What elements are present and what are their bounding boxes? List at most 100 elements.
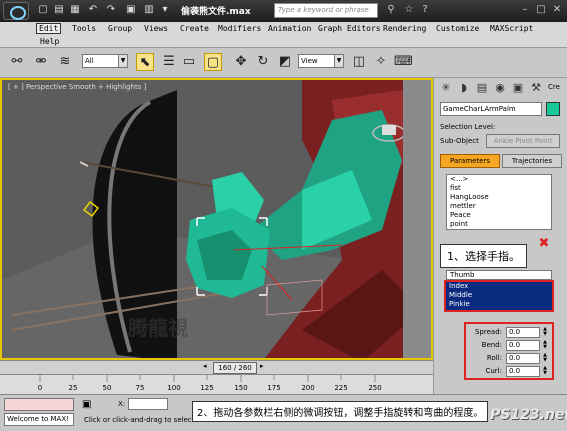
- close-icon[interactable]: ✕: [550, 3, 564, 17]
- menu-views[interactable]: Views: [144, 24, 168, 33]
- command-panel: ✳ ◗ ▤ ◉ ▣ ⚒ Cre GameCharLArmPalm Selecti…: [433, 78, 567, 398]
- ref-coord-dropdown[interactable]: View ▼: [298, 54, 344, 68]
- select-and-scale-icon[interactable]: ◩: [276, 53, 294, 71]
- finger-list-selected[interactable]: Index Middle Pinkie: [444, 280, 554, 312]
- delete-pose-icon[interactable]: ✖: [536, 236, 552, 252]
- pose-list[interactable]: <...> fist HangLoose mettler Peace point: [446, 174, 552, 230]
- curl-value[interactable]: 0.0: [506, 366, 540, 377]
- main-toolbar: ⚯ ⚮ ≋ All ▼ ⬉ ☰ ▭ ▢ ✥ ↻ ◩ View ▼ ◫ ✧ ⌨: [0, 48, 567, 78]
- utilities-tab-icon[interactable]: ⚒: [528, 80, 544, 96]
- spread-value[interactable]: 0.0: [506, 327, 540, 338]
- viewport-label[interactable]: [ + ] Perspective Smooth + Highlights ]: [8, 83, 146, 91]
- time-slider[interactable]: ◂ 160 / 260 ▸: [0, 360, 433, 374]
- curl-spinner[interactable]: Curl: 0.0 ▲ ▼: [444, 366, 550, 378]
- roll-value[interactable]: 0.0: [506, 353, 540, 364]
- selection-filter-dropdown[interactable]: All ▼: [82, 54, 128, 68]
- undo-icon[interactable]: ↶: [86, 3, 100, 17]
- next-frame-icon[interactable]: ▸: [260, 362, 264, 370]
- list-item[interactable]: Thumb: [447, 271, 551, 279]
- roll-spinner[interactable]: Roll: 0.0 ▲ ▼: [444, 353, 550, 365]
- title-bar: ▢ ▤ ▦ ↶ ↷ ▣ ▥ ▾ 偷袭熊文件.max Type a keyword…: [0, 0, 567, 22]
- open-file-icon[interactable]: ▤: [52, 3, 66, 17]
- listener-field[interactable]: Welcome to MAX!: [4, 413, 74, 426]
- quick-access-dropdown-icon[interactable]: ▾: [158, 3, 172, 17]
- list-item[interactable]: fist: [447, 184, 551, 193]
- modify-tab-icon[interactable]: ◗: [456, 80, 472, 96]
- spinner-arrows-icon[interactable]: ▲ ▼: [541, 340, 549, 351]
- tab-trajectories[interactable]: Trajectories: [502, 154, 562, 168]
- star-icon[interactable]: ☆: [402, 3, 416, 17]
- list-item[interactable]: Pinkie: [446, 300, 552, 309]
- pivot-center-icon[interactable]: ◫: [350, 53, 368, 71]
- display-tab-icon[interactable]: ▣: [510, 80, 526, 96]
- list-item[interactable]: Peace: [447, 211, 551, 220]
- perspective-viewport[interactable]: [ + ] Perspective Smooth + Highlights ]: [0, 78, 433, 360]
- object-name-field[interactable]: GameCharLArmPalm: [440, 102, 542, 116]
- select-manipulate-icon[interactable]: ✧: [372, 53, 390, 71]
- select-by-name-icon[interactable]: ☰: [160, 53, 178, 71]
- time-slider-thumb[interactable]: 160 / 260: [213, 362, 257, 374]
- spinner-arrows-icon[interactable]: ▲ ▼: [541, 327, 549, 338]
- list-item[interactable]: Index: [446, 282, 552, 291]
- window-crossing-icon[interactable]: ▢: [204, 53, 222, 71]
- listener-pink[interactable]: [4, 398, 74, 411]
- list-item[interactable]: point: [447, 220, 551, 229]
- menu-customize[interactable]: Customize: [436, 24, 479, 33]
- menu-tools[interactable]: Tools: [72, 24, 96, 33]
- ref-coord-value: View: [301, 57, 318, 65]
- menu-animation[interactable]: Animation: [268, 24, 311, 33]
- hold-icon[interactable]: ▣: [124, 3, 138, 17]
- help-icon[interactable]: ?: [418, 3, 432, 17]
- prev-frame-icon[interactable]: ◂: [203, 362, 207, 370]
- select-and-move-icon[interactable]: ✥: [232, 53, 250, 71]
- select-object-icon[interactable]: ⬉: [136, 53, 154, 71]
- viewport-side-strip: [403, 80, 431, 358]
- create-tab-icon[interactable]: ✳: [438, 80, 454, 96]
- redo-icon[interactable]: ↷: [104, 3, 118, 17]
- fetch-icon[interactable]: ▥: [142, 3, 156, 17]
- track-bar[interactable]: 0 25 50 75 100 125 150 175 200 225 250: [0, 374, 433, 394]
- list-item[interactable]: <...>: [447, 175, 551, 184]
- list-item[interactable]: HangLoose: [447, 193, 551, 202]
- minimize-icon[interactable]: –: [518, 3, 532, 17]
- menu-help[interactable]: Help: [40, 37, 59, 46]
- bend-label: Bend:: [481, 341, 502, 349]
- maximize-icon[interactable]: □: [534, 3, 548, 17]
- finger-list-header[interactable]: Thumb: [446, 270, 552, 280]
- tab-parameters[interactable]: Parameters: [440, 154, 500, 168]
- list-item[interactable]: mettler: [447, 202, 551, 211]
- x-coord-field[interactable]: [128, 398, 168, 410]
- unlink-icon[interactable]: ⚮: [32, 53, 50, 71]
- app-logo-icon[interactable]: [3, 2, 29, 20]
- hierarchy-tab-icon[interactable]: ▤: [474, 80, 490, 96]
- menu-bar: Edit Tools Group Views Create Modifiers …: [0, 22, 567, 48]
- menu-graph-editors[interactable]: Graph Editors: [318, 24, 381, 33]
- menu-modifiers[interactable]: Modifiers: [218, 24, 261, 33]
- object-color-swatch[interactable]: [546, 102, 560, 116]
- select-and-rotate-icon[interactable]: ↻: [254, 53, 272, 71]
- lock-selection-icon[interactable]: ▣: [82, 399, 91, 410]
- menu-maxscript[interactable]: MAXScript: [490, 24, 533, 33]
- bend-spinner[interactable]: Bend: 0.0 ▲ ▼: [444, 340, 550, 352]
- spinner-arrows-icon[interactable]: ▲ ▼: [541, 353, 549, 364]
- sub-object-dropdown[interactable]: Ankle Pivot Point: [486, 134, 560, 148]
- keyboard-shortcut-icon[interactable]: ⌨: [394, 53, 413, 71]
- menu-create[interactable]: Create: [180, 24, 209, 33]
- menu-group[interactable]: Group: [108, 24, 132, 33]
- spread-spinner[interactable]: Spread: 0.0 ▲ ▼: [444, 327, 550, 339]
- binoculars-icon[interactable]: ⚲: [384, 3, 398, 17]
- search-input[interactable]: Type a keyword or phrase: [274, 3, 378, 18]
- spinner-arrows-icon[interactable]: ▲ ▼: [541, 366, 549, 377]
- rect-selection-icon[interactable]: ▭: [180, 53, 198, 71]
- bend-value[interactable]: 0.0: [506, 340, 540, 351]
- menu-edit[interactable]: Edit: [36, 23, 62, 34]
- save-file-icon[interactable]: ▦: [68, 3, 82, 17]
- bind-spacewarp-icon[interactable]: ≋: [56, 53, 74, 71]
- new-file-icon[interactable]: ▢: [36, 3, 50, 17]
- motion-tab-icon[interactable]: ◉: [492, 80, 508, 96]
- select-and-link-icon[interactable]: ⚯: [8, 53, 26, 71]
- tick-label: 25: [68, 384, 78, 392]
- list-item[interactable]: Middle: [446, 291, 552, 300]
- panel-prefix: Cre: [548, 83, 560, 91]
- menu-rendering[interactable]: Rendering: [383, 24, 426, 33]
